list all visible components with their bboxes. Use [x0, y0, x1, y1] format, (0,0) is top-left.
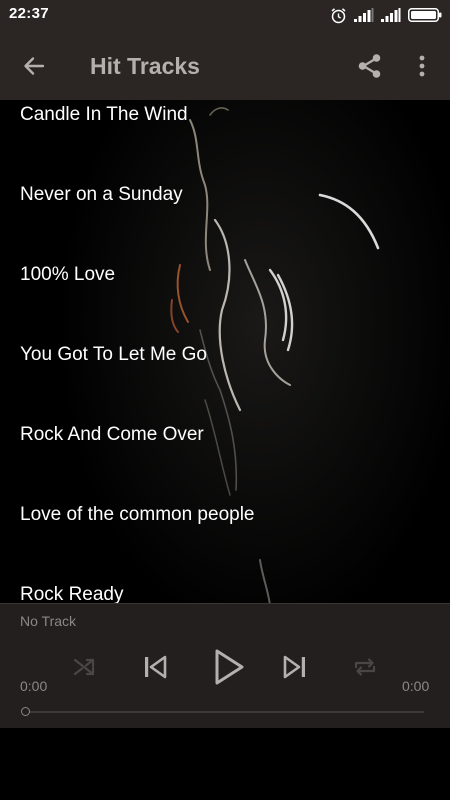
alarm-icon [331, 7, 346, 23]
next-button[interactable] [280, 651, 310, 683]
more-vertical-icon [419, 55, 425, 77]
previous-icon [145, 655, 167, 679]
status-icons [330, 5, 442, 25]
track-title: Candle In The Wind [20, 104, 188, 125]
music-player: No Track 0:00 0:00 [0, 603, 450, 729]
share-icon [358, 54, 381, 78]
status-time: 22:37 [9, 5, 49, 22]
bottom-area [0, 728, 450, 800]
track-list: Candle In The Wind Never on a Sunday 100… [0, 100, 450, 603]
share-button[interactable] [355, 51, 385, 81]
total-time: 0:00 [402, 678, 430, 694]
list-item[interactable]: Love of the common people [0, 500, 450, 580]
signal-icon [381, 8, 401, 22]
seek-thumb[interactable] [21, 707, 30, 716]
list-item[interactable]: 100% Love [0, 260, 450, 340]
shuffle-icon [73, 658, 95, 676]
battery-icon [408, 8, 442, 22]
list-item[interactable]: Candle In The Wind [0, 100, 450, 180]
list-item[interactable]: You Got To Let Me Go [0, 340, 450, 420]
repeat-button[interactable] [350, 652, 380, 682]
list-item[interactable]: Rock Ready [0, 580, 450, 603]
repeat-icon [354, 658, 376, 676]
list-item[interactable]: Never on a Sunday [0, 180, 450, 260]
now-playing-label: No Track [20, 613, 77, 629]
play-button[interactable] [208, 644, 248, 690]
track-title: Love of the common people [20, 504, 255, 525]
elapsed-time: 0:00 [20, 678, 48, 694]
screen: 22:37 Hit Tracks Candle In The Wind Neve… [0, 0, 450, 800]
track-title: You Got To Let Me Go [20, 344, 207, 365]
track-list-panel[interactable]: Candle In The Wind Never on a Sunday 100… [0, 100, 450, 603]
more-button[interactable] [412, 51, 432, 81]
track-title: Rock Ready [20, 584, 124, 603]
shuffle-button[interactable] [70, 652, 100, 682]
play-icon [215, 649, 244, 685]
status-bar: 22:37 [0, 0, 450, 30]
arrow-left-icon [24, 57, 45, 75]
back-button[interactable] [18, 52, 50, 80]
track-title: 100% Love [20, 264, 116, 285]
seek-bar[interactable] [21, 707, 424, 716]
track-title: Rock And Come Over [20, 424, 204, 445]
signal-icon [354, 8, 374, 22]
next-icon [283, 655, 305, 679]
previous-button[interactable] [140, 651, 170, 683]
page-title: Hit Tracks [90, 53, 200, 79]
track-title: Never on a Sunday [20, 184, 183, 205]
app-bar: Hit Tracks [0, 30, 450, 100]
list-item[interactable]: Rock And Come Over [0, 420, 450, 500]
